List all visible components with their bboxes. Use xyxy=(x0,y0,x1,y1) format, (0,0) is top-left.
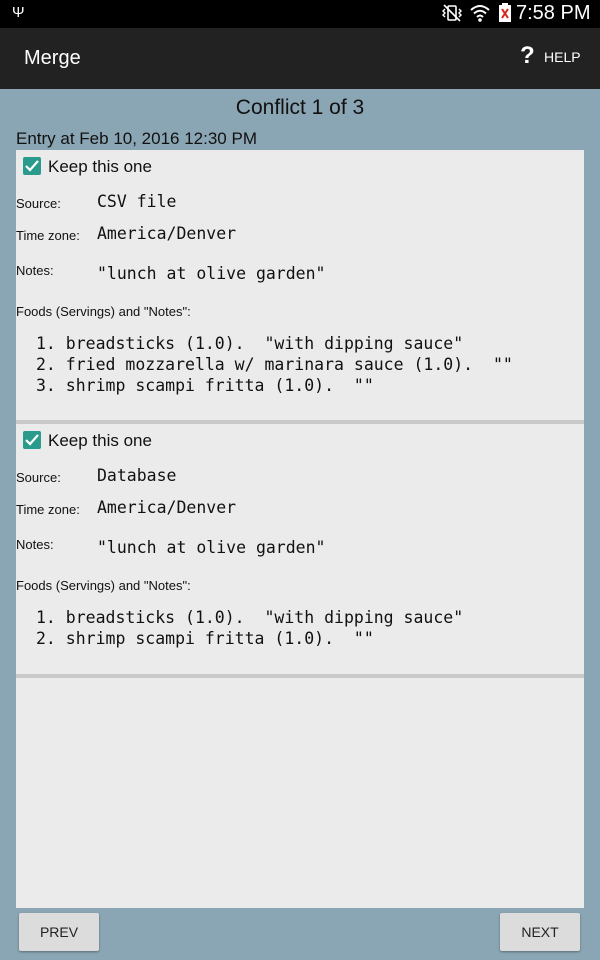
food-item: 1. breadsticks (1.0). "with dipping sauc… xyxy=(36,334,464,353)
timezone-label: Time zone: xyxy=(16,502,80,517)
source-label: Source: xyxy=(16,470,61,485)
check-icon xyxy=(25,160,39,172)
app-title: Merge xyxy=(24,47,81,69)
notes-value: "lunch at olive garden" xyxy=(97,264,326,283)
food-item: 2. fried mozzarella w/ marinara sauce (1… xyxy=(36,355,513,374)
food-list: 1. breadsticks (1.0). "with dipping sauc… xyxy=(36,607,463,649)
check-icon xyxy=(25,434,39,446)
entries-panel: Keep this one Source: CSV file Time zone… xyxy=(16,150,584,908)
notes-label: Notes: xyxy=(16,263,54,278)
timezone-value: America/Denver xyxy=(97,498,237,517)
timezone-label: Time zone: xyxy=(16,228,80,243)
food-item: 3. shrimp scampi fritta (1.0). "" xyxy=(36,376,374,395)
help-button[interactable]: ? HELP xyxy=(516,42,586,72)
notes-value: "lunch at olive garden" xyxy=(97,538,326,557)
food-list: 1. breadsticks (1.0). "with dipping sauc… xyxy=(36,333,513,396)
vibrate-icon xyxy=(442,4,462,22)
foods-label: Foods (Servings) and "Notes": xyxy=(16,578,191,593)
keep-checkbox[interactable] xyxy=(23,157,41,175)
action-bar: Merge ? HELP xyxy=(0,28,600,89)
help-label: HELP xyxy=(544,49,581,65)
conflict-title: Conflict 1 of 3 xyxy=(235,96,365,119)
status-bar: Ψ 7:58 PM xyxy=(0,0,600,28)
prev-button[interactable]: PREV xyxy=(19,913,99,951)
foods-label: Foods (Servings) and "Notes": xyxy=(16,304,191,319)
entry-card: Keep this one Source: CSV file Time zone… xyxy=(16,150,584,420)
wifi-icon xyxy=(470,5,490,22)
help-icon: ? xyxy=(520,42,535,69)
battery-icon xyxy=(499,3,511,22)
food-item: 2. shrimp scampi fritta (1.0). "" xyxy=(36,629,374,648)
source-label: Source: xyxy=(16,196,61,211)
entry-card: Keep this one Source: Database Time zone… xyxy=(16,424,584,674)
source-value: Database xyxy=(97,466,177,485)
usb-icon: Ψ xyxy=(12,4,25,21)
notes-label: Notes: xyxy=(16,537,54,552)
next-button[interactable]: NEXT xyxy=(500,913,580,951)
keep-label: Keep this one xyxy=(48,431,152,450)
source-value: CSV file xyxy=(97,192,177,211)
keep-label: Keep this one xyxy=(48,157,152,176)
keep-checkbox[interactable] xyxy=(23,431,41,449)
timezone-value: America/Denver xyxy=(97,224,237,243)
keep-checkbox-row[interactable]: Keep this one xyxy=(22,156,222,178)
divider xyxy=(16,674,584,678)
keep-checkbox-row[interactable]: Keep this one xyxy=(22,430,222,452)
food-item: 1. breadsticks (1.0). "with dipping sauc… xyxy=(36,608,464,627)
clock: 7:58 PM xyxy=(516,2,591,24)
entry-header: Entry at Feb 10, 2016 12:30 PM xyxy=(16,129,257,148)
